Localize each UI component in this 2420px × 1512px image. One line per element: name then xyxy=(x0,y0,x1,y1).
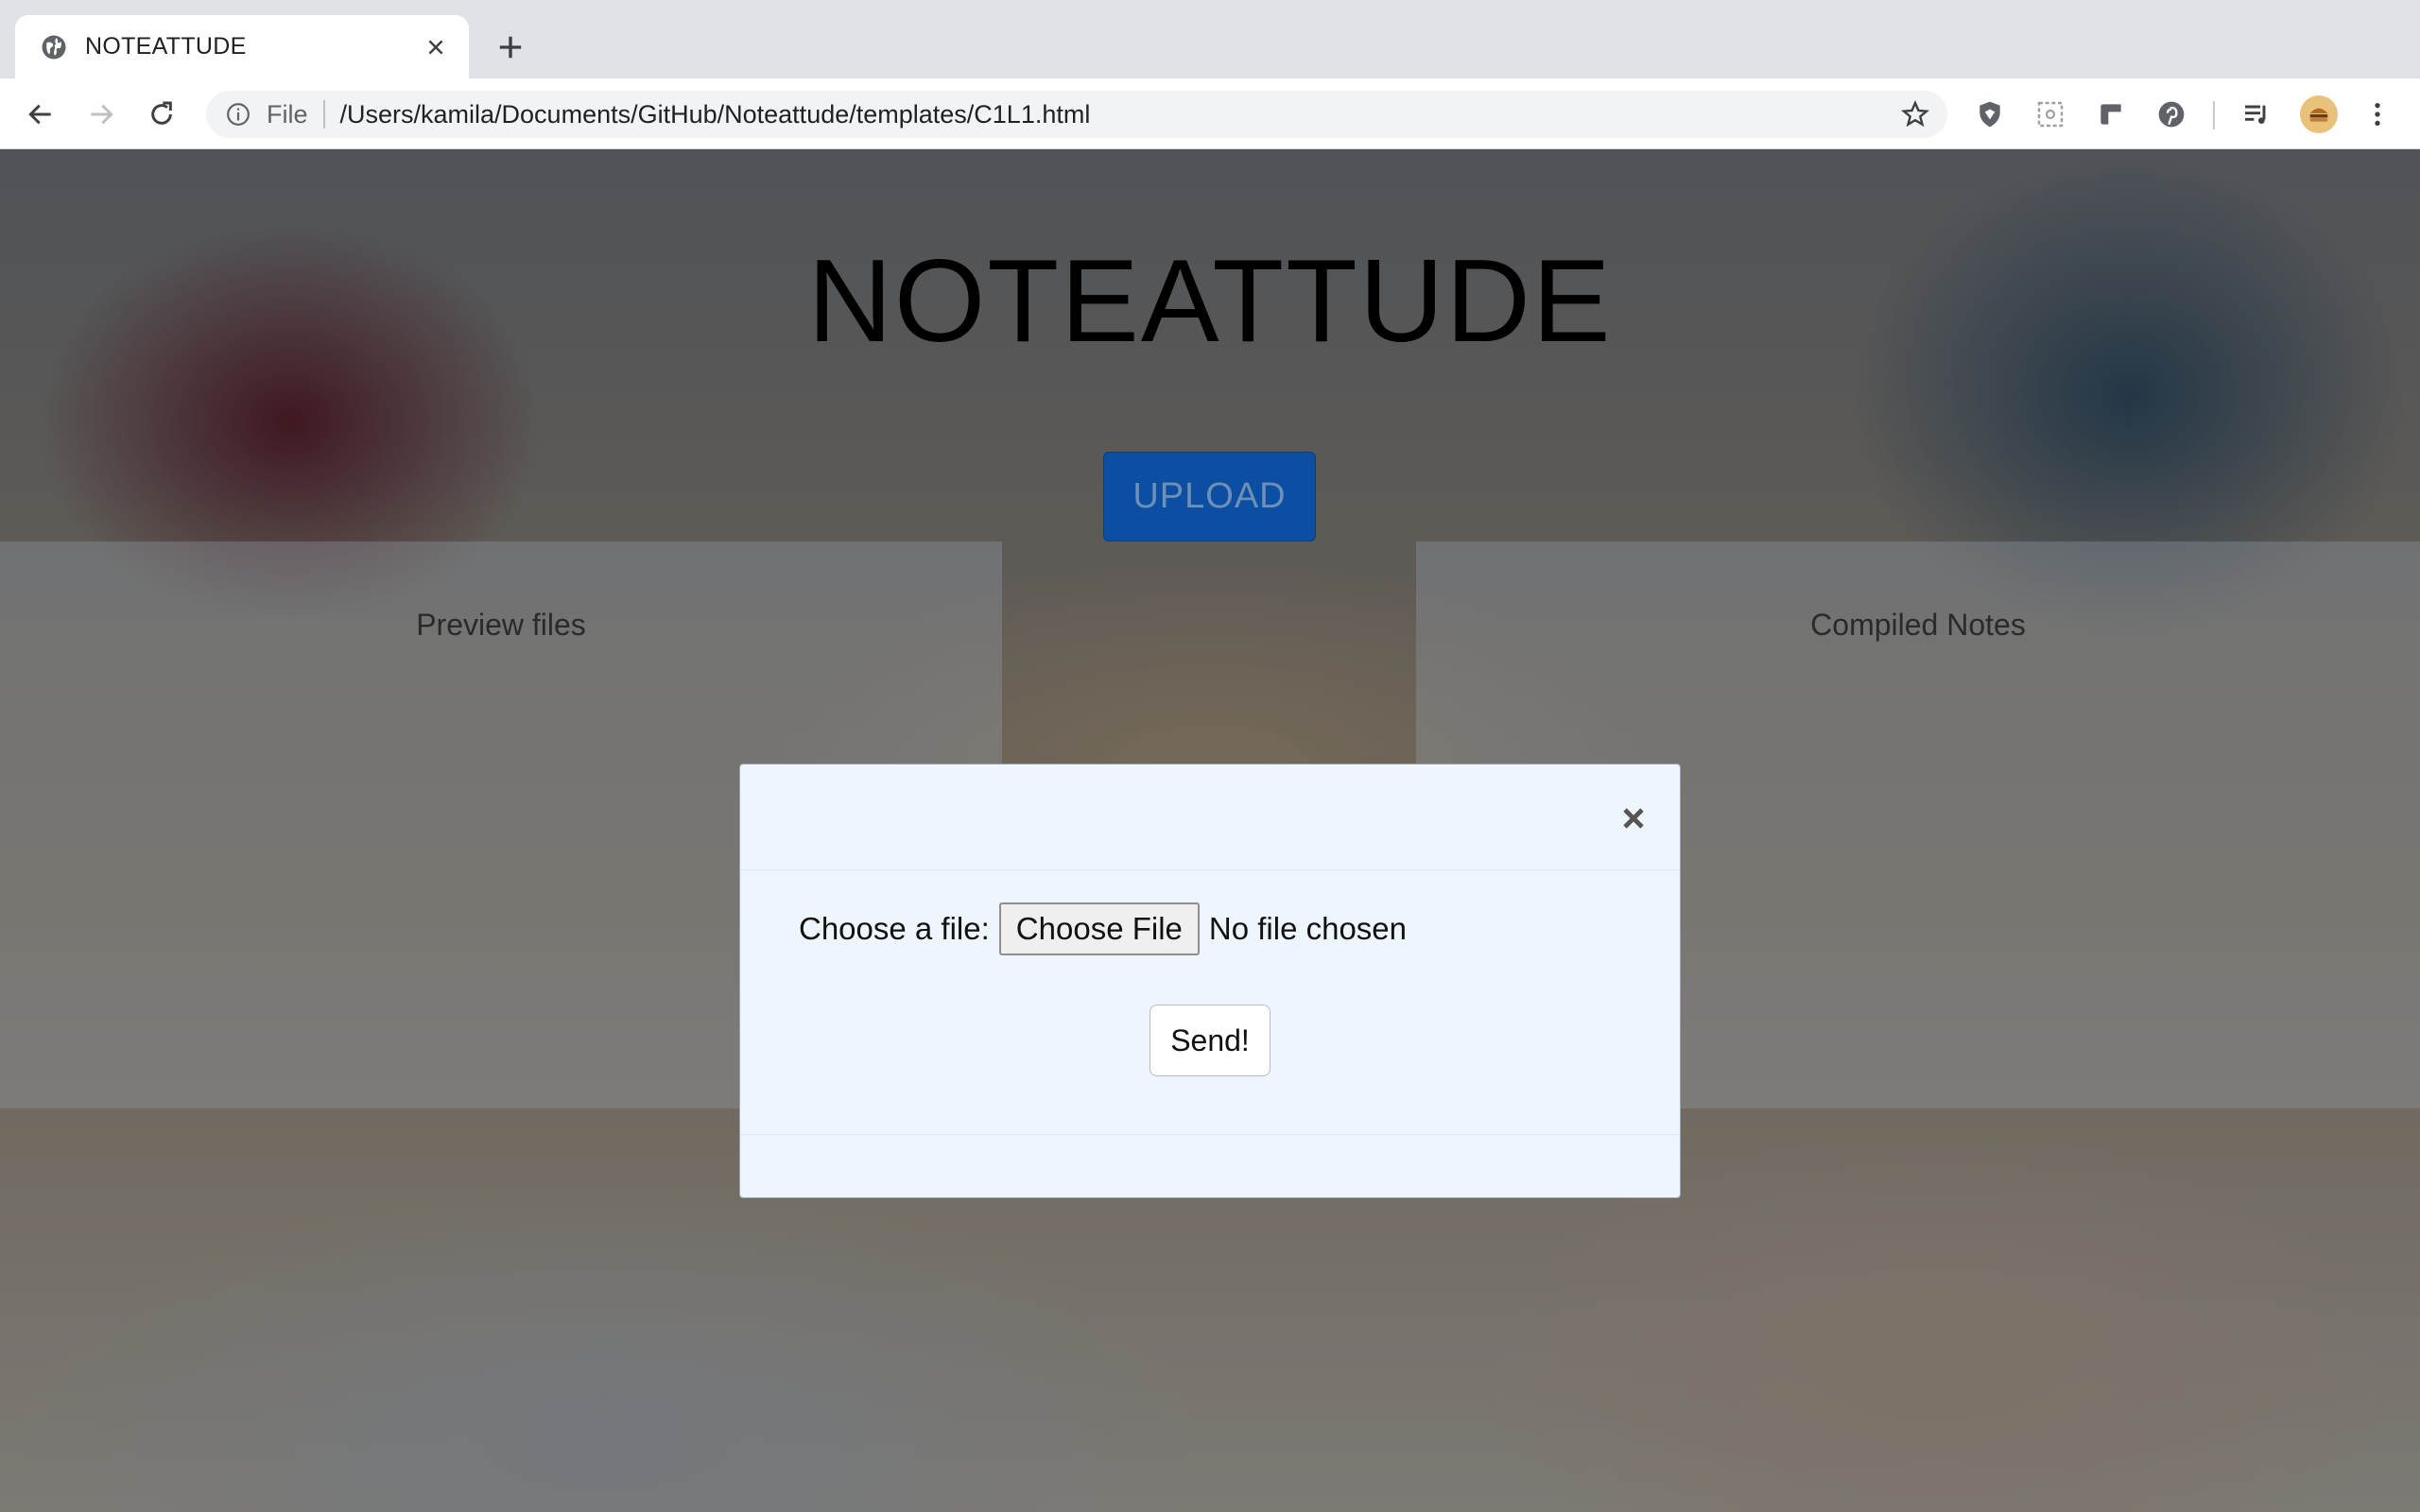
info-icon[interactable] xyxy=(223,99,253,129)
back-icon[interactable] xyxy=(23,96,59,132)
upload-button[interactable]: UPLOAD xyxy=(1103,452,1316,541)
compiled-notes-title: Compiled Notes xyxy=(1810,608,2026,642)
upload-modal: Choose a file: Choose File No file chose… xyxy=(739,764,1681,1198)
globe-icon xyxy=(40,33,68,61)
url-text[interactable]: /Users/kamila/Documents/GitHub/Noteattud… xyxy=(340,100,1896,129)
capture-extension-icon[interactable] xyxy=(2033,97,2067,131)
media-queue-icon[interactable] xyxy=(2239,97,2273,131)
forward-icon[interactable] xyxy=(83,96,119,132)
file-input-row: Choose a file: Choose File No file chose… xyxy=(799,902,1407,955)
no-file-chosen-text: No file chosen xyxy=(1208,911,1408,946)
url-scheme: File xyxy=(267,99,308,129)
reload-icon[interactable] xyxy=(144,96,180,132)
close-icon[interactable] xyxy=(1617,802,1650,834)
url-separator xyxy=(322,100,325,129)
profile-avatar[interactable] xyxy=(2300,95,2338,133)
pinterest-icon[interactable] xyxy=(2154,97,2188,131)
bookmark-star-icon[interactable] xyxy=(1896,95,1934,133)
toolbar-divider xyxy=(2213,101,2215,129)
file-label: Choose a file: xyxy=(799,911,990,946)
preview-files-title: Preview files xyxy=(416,608,586,642)
modal-body: Choose a file: Choose File No file chose… xyxy=(740,870,1680,1135)
modal-header xyxy=(740,765,1680,870)
address-bar[interactable]: File /Users/kamila/Documents/GitHub/Note… xyxy=(206,91,1947,138)
tab-title: NOTEATTUDE xyxy=(85,33,247,60)
paint-extension-icon[interactable] xyxy=(2094,97,2128,131)
modal-footer xyxy=(740,1135,1680,1197)
browser-tab[interactable]: NOTEATTUDE xyxy=(15,15,469,78)
page-viewport: NOTEATTUDE UPLOAD Preview files Compiled… xyxy=(0,149,2420,1512)
tab-strip: NOTEATTUDE xyxy=(0,0,2420,78)
site-title: NOTEATTUDE xyxy=(807,236,1613,367)
shield-extension-icon[interactable] xyxy=(1973,97,2007,131)
more-menu-icon[interactable] xyxy=(2360,97,2394,131)
new-tab-icon[interactable] xyxy=(493,30,527,64)
browser-toolbar: File /Users/kamila/Documents/GitHub/Note… xyxy=(0,78,2420,149)
close-tab-icon[interactable] xyxy=(422,33,450,61)
send-button[interactable]: Send! xyxy=(1150,1005,1270,1076)
choose-file-button[interactable]: Choose File xyxy=(998,902,1200,955)
